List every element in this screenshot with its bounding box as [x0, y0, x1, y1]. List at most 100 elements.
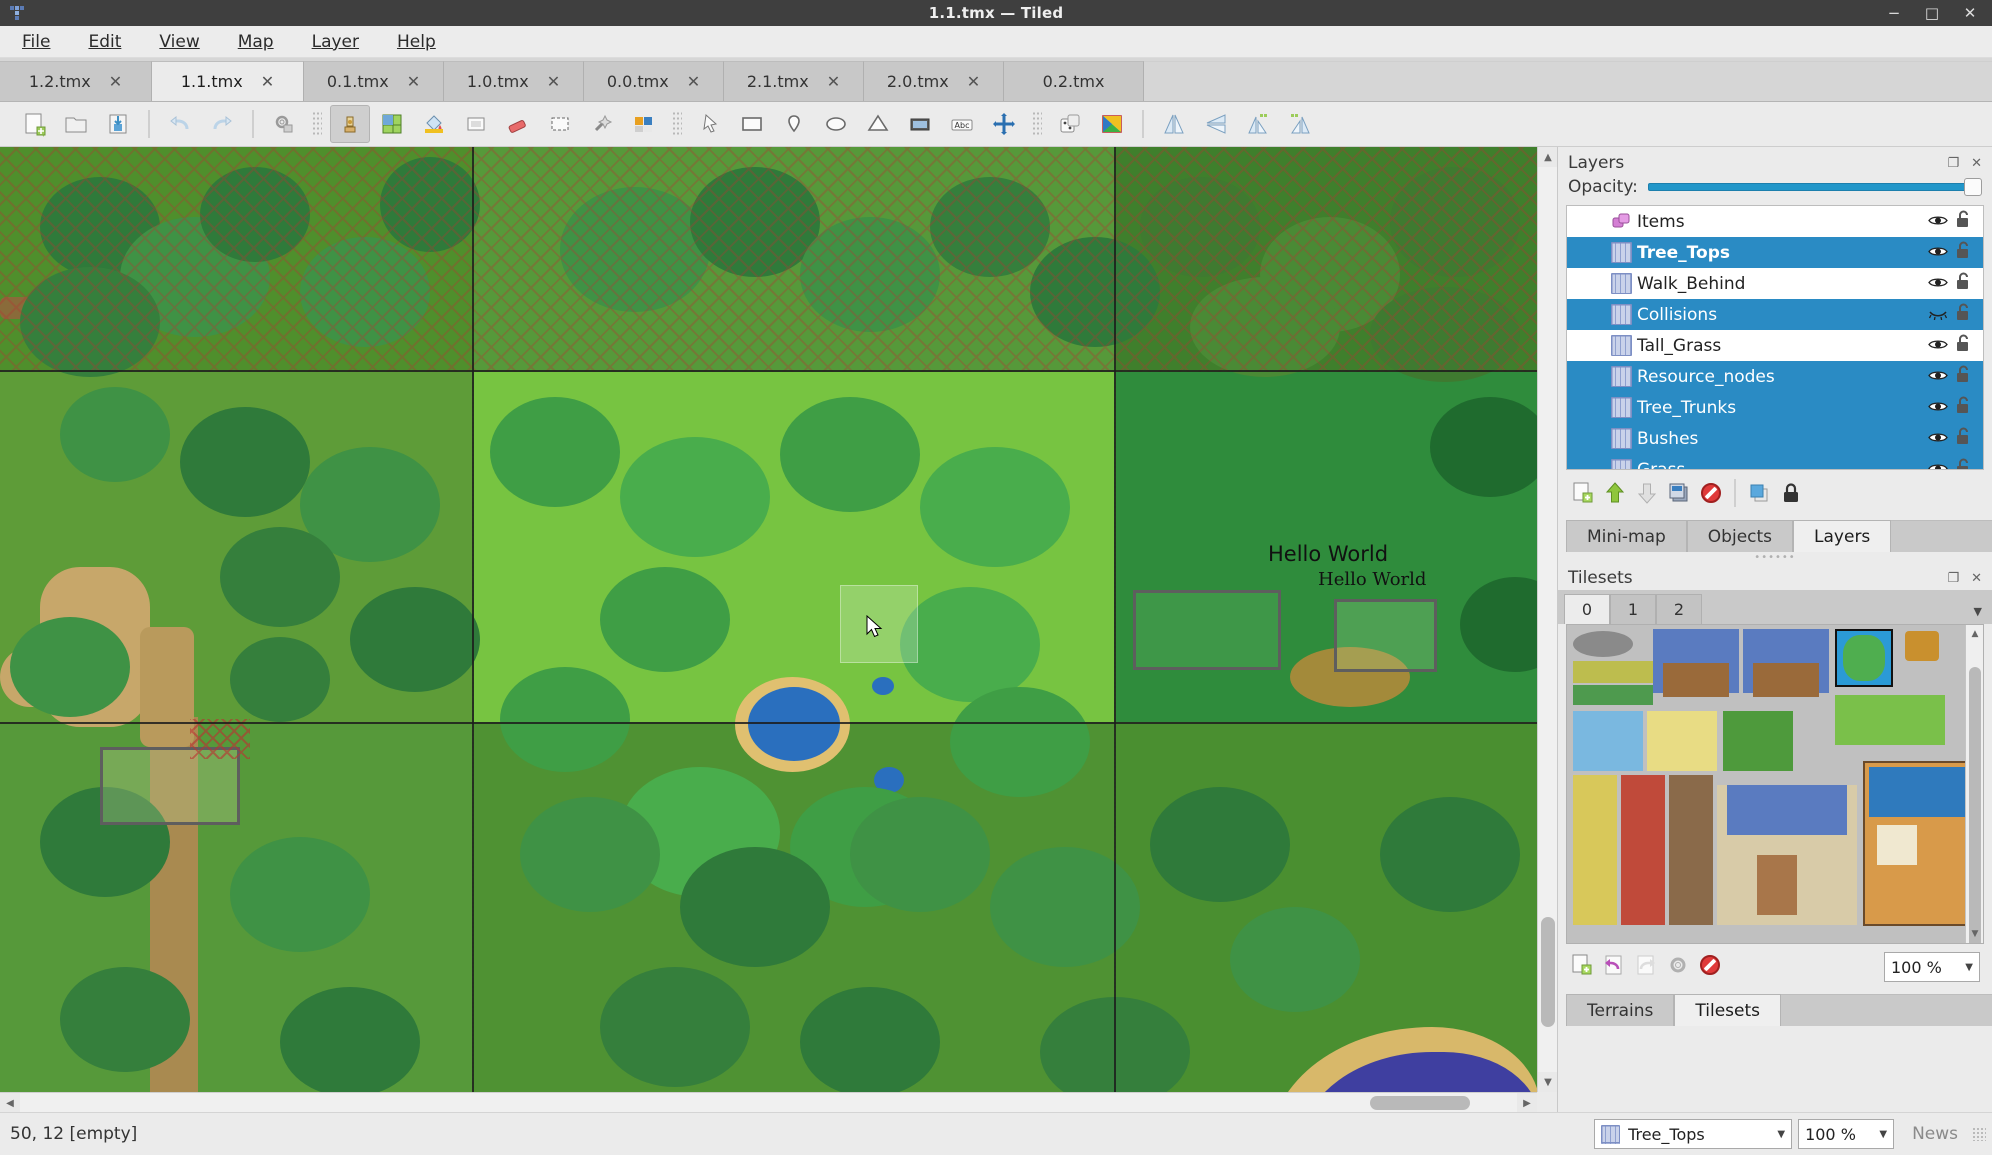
toolbar-grip[interactable] — [1032, 111, 1042, 137]
insert-polygon-tool[interactable] — [858, 105, 898, 143]
terrain-brush-tool[interactable] — [372, 105, 412, 143]
minimize-button[interactable]: − — [1886, 5, 1902, 21]
close-icon[interactable]: ✕ — [827, 72, 840, 91]
tileset-scroll-thumb[interactable] — [1969, 667, 1981, 943]
tile-sprite-sand[interactable] — [1647, 711, 1717, 771]
insert-tile-tool[interactable] — [900, 105, 940, 143]
canvas-vertical-scrollbar[interactable]: ▲ ▼ — [1537, 147, 1558, 1092]
float-panel-icon[interactable]: ❐ — [1947, 571, 1959, 586]
news-label[interactable]: News — [1898, 1124, 1972, 1144]
chevron-down-icon[interactable]: ▼ — [1879, 1129, 1887, 1140]
document-tab-2-1[interactable]: 2.1.tmx ✕ — [724, 61, 864, 101]
new-layer-button[interactable] — [1570, 480, 1596, 506]
layer-row-resource-nodes[interactable]: Resource_nodes — [1567, 361, 1983, 392]
visibility-eye-icon[interactable] — [1925, 430, 1951, 448]
select-same-tile-tool[interactable] — [624, 105, 664, 143]
new-map-button[interactable] — [14, 105, 54, 143]
open-file-button[interactable] — [56, 105, 96, 143]
map-zoom-combobox[interactable]: 100 % ▼ — [1798, 1119, 1895, 1149]
scroll-right-arrow-icon[interactable]: ▶ — [1517, 1093, 1537, 1113]
rectangle-select-tool[interactable] — [540, 105, 580, 143]
tileset-tile-grid[interactable]: ▲ ▼ — [1566, 624, 1984, 944]
tile-sprite-house-body[interactable] — [1663, 663, 1729, 697]
close-icon[interactable]: ✕ — [967, 72, 980, 91]
map-canvas[interactable]: Hello World Hello World — [0, 147, 1537, 1092]
undo-button[interactable] — [160, 105, 200, 143]
close-icon[interactable]: ✕ — [687, 72, 700, 91]
vertical-scroll-thumb[interactable] — [1541, 917, 1555, 1027]
undo-tileset-button[interactable] — [1602, 953, 1626, 981]
move-layer-down-button[interactable] — [1634, 480, 1660, 506]
duplicate-layer-button[interactable] — [1666, 480, 1692, 506]
close-icon[interactable]: ✕ — [407, 72, 420, 91]
tab-mini-map[interactable]: Mini-map — [1566, 520, 1687, 552]
tileset-properties-button[interactable] — [1666, 953, 1690, 981]
flip-vertical-button[interactable] — [1196, 105, 1236, 143]
toggle-other-layers-button[interactable] — [1746, 480, 1772, 506]
close-panel-icon[interactable]: ✕ — [1971, 156, 1982, 171]
layer-row-items[interactable]: Items — [1567, 206, 1983, 237]
scroll-left-arrow-icon[interactable]: ◀ — [0, 1093, 20, 1113]
opacity-slider[interactable] — [1647, 178, 1982, 196]
current-layer-combobox[interactable]: Tree_Tops ▼ — [1594, 1119, 1793, 1149]
tab-terrains[interactable]: Terrains — [1566, 994, 1675, 1026]
close-button[interactable]: ✕ — [1962, 5, 1978, 21]
lock-icon[interactable] — [1951, 334, 1975, 357]
lock-icon[interactable] — [1951, 365, 1975, 388]
close-icon[interactable]: ✕ — [261, 72, 274, 91]
layer-row-tree-tops[interactable]: Tree_Tops — [1567, 237, 1983, 268]
tileset-vertical-scrollbar[interactable]: ▲ ▼ — [1965, 625, 1983, 943]
document-tab-1-1[interactable]: 1.1.tmx ✕ — [152, 61, 304, 101]
tile-sprite[interactable] — [1573, 685, 1653, 705]
tile-sprite[interactable] — [1573, 631, 1633, 657]
tile-sprite-stump[interactable] — [1905, 631, 1939, 661]
lock-icon[interactable] — [1951, 241, 1975, 264]
edit-polygons-tool[interactable] — [984, 105, 1024, 143]
tile-sprite-grass-block[interactable] — [1835, 695, 1945, 745]
map-properties-button[interactable] — [264, 105, 304, 143]
map-render-area[interactable]: Hello World Hello World — [0, 147, 1537, 1092]
tileset-zoom-combobox[interactable]: 100 % ▼ — [1884, 952, 1980, 982]
tab-tilesets[interactable]: Tilesets — [1674, 994, 1782, 1026]
toolbar-grip[interactable] — [312, 111, 322, 137]
resize-grip[interactable] — [1972, 1127, 1986, 1141]
tileset-tab-dropdown-icon[interactable]: ▼ — [1974, 605, 1982, 618]
document-tab-0-2[interactable]: 0.2.tmx — [1004, 61, 1144, 101]
redo-tileset-button[interactable] — [1634, 953, 1658, 981]
opacity-slider-knob[interactable] — [1964, 178, 1982, 196]
float-panel-icon[interactable]: ❐ — [1947, 156, 1959, 171]
document-tab-0-1[interactable]: 0.1.tmx ✕ — [304, 61, 444, 101]
delete-layer-button[interactable] — [1698, 480, 1724, 506]
visibility-eye-icon[interactable] — [1925, 337, 1951, 355]
tile-sprite-water[interactable] — [1573, 711, 1643, 771]
shape-fill-tool[interactable] — [456, 105, 496, 143]
visibility-eye-icon[interactable] — [1925, 275, 1951, 293]
rotate-right-button[interactable] — [1280, 105, 1320, 143]
dock-splitter-handle[interactable]: •••••• — [1558, 552, 1992, 563]
scroll-up-arrow-icon[interactable]: ▲ — [1966, 625, 1983, 643]
document-tab-1-0[interactable]: 1.0.tmx ✕ — [444, 61, 584, 101]
eraser-tool[interactable] — [498, 105, 538, 143]
menu-file[interactable]: File — [6, 30, 66, 54]
menu-view[interactable]: View — [143, 30, 215, 54]
visibility-eye-icon[interactable] — [1925, 399, 1951, 417]
wang-color-button[interactable] — [1092, 105, 1132, 143]
close-icon[interactable]: ✕ — [547, 72, 560, 91]
new-tileset-button[interactable] — [1570, 953, 1594, 981]
redo-button[interactable] — [202, 105, 242, 143]
tile-sprite-house-body[interactable] — [1753, 663, 1819, 697]
layer-row-walk-behind[interactable]: Walk_Behind — [1567, 268, 1983, 299]
rotate-left-button[interactable] — [1238, 105, 1278, 143]
scroll-down-arrow-icon[interactable]: ▼ — [1538, 1072, 1558, 1092]
lock-icon[interactable] — [1951, 458, 1975, 469]
layer-row-tree-trunks[interactable]: Tree_Trunks — [1567, 392, 1983, 423]
close-panel-icon[interactable]: ✕ — [1971, 571, 1982, 586]
document-tab-0-0[interactable]: 0.0.tmx ✕ — [584, 61, 724, 101]
chevron-down-icon[interactable]: ▼ — [1777, 1129, 1785, 1140]
close-icon[interactable]: ✕ — [109, 72, 122, 91]
lock-icon[interactable] — [1951, 427, 1975, 450]
document-tab-2-0[interactable]: 2.0.tmx ✕ — [864, 61, 1004, 101]
insert-point-tool[interactable] — [774, 105, 814, 143]
menu-help[interactable]: Help — [381, 30, 452, 54]
insert-rectangle-tool[interactable] — [732, 105, 772, 143]
